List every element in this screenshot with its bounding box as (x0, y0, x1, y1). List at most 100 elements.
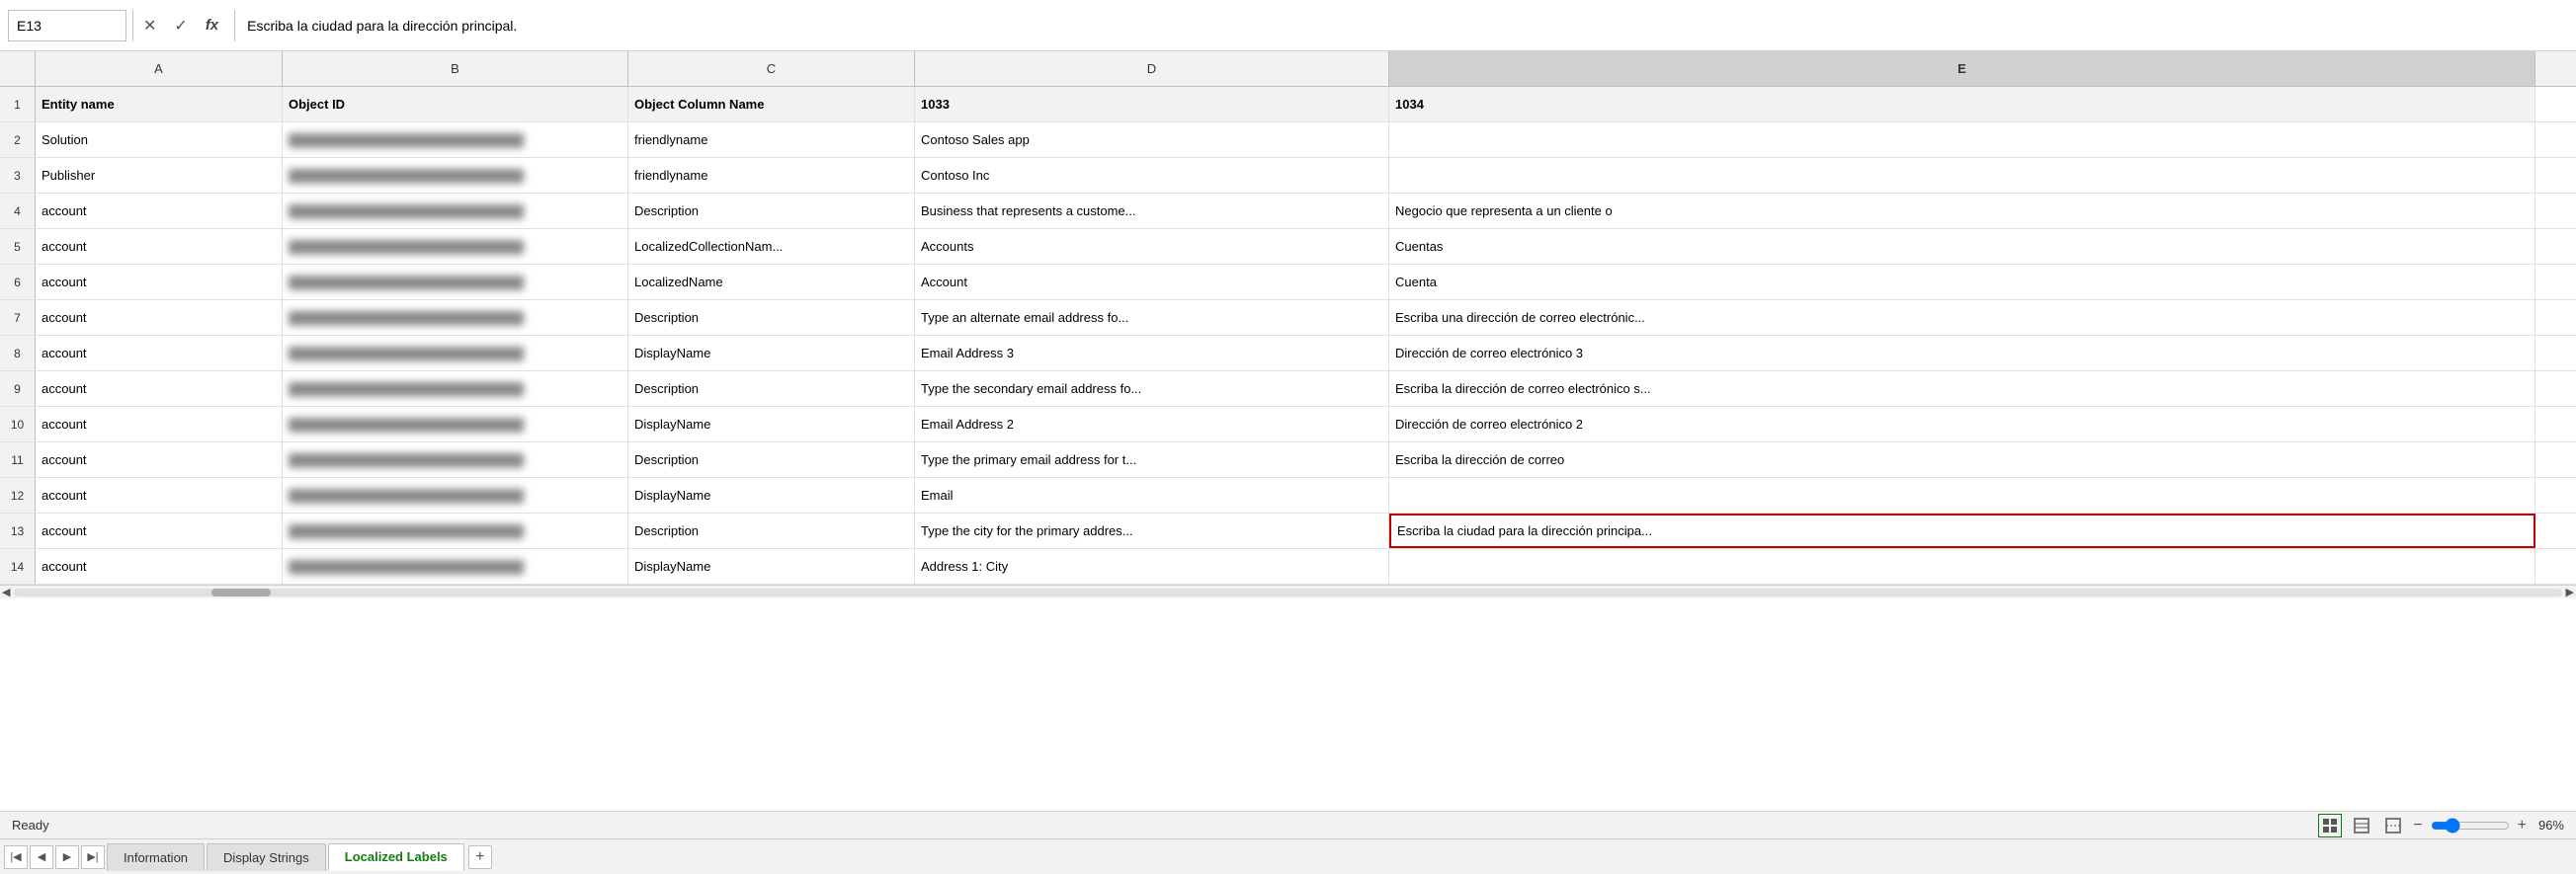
cell-a9[interactable]: account (36, 371, 283, 406)
cell-c11[interactable]: Description (628, 442, 915, 477)
cell-d8[interactable]: Email Address 3 (915, 336, 1389, 370)
tab-nav-next[interactable]: ▶ (55, 845, 79, 869)
cell-d9[interactable]: Type the secondary email address fo... (915, 371, 1389, 406)
cell-a12[interactable]: account (36, 478, 283, 513)
cell-e5[interactable]: Cuentas (1389, 229, 2535, 264)
cell-b1[interactable]: Object ID (283, 87, 628, 121)
cell-c6[interactable]: LocalizedName (628, 265, 915, 299)
cell-c1[interactable]: Object Column Name (628, 87, 915, 121)
col-header-d[interactable]: D (915, 51, 1389, 86)
cell-c4[interactable]: Description (628, 194, 915, 228)
page-break-button[interactable] (2381, 814, 2405, 837)
cell-d10[interactable]: Email Address 2 (915, 407, 1389, 441)
cell-a14[interactable]: account (36, 549, 283, 584)
cell-a7[interactable]: account (36, 300, 283, 335)
cell-e13[interactable]: Escriba la ciudad para la dirección prin… (1389, 514, 2535, 548)
cell-b12[interactable]: ████████████████████████████ (283, 478, 628, 513)
cell-c2[interactable]: friendlyname (628, 122, 915, 157)
horizontal-scrollbar[interactable]: ◀ ▶ (0, 585, 2576, 598)
cell-a6[interactable]: account (36, 265, 283, 299)
tab-nav-prev[interactable]: ◀ (30, 845, 53, 869)
cell-a3[interactable]: Publisher (36, 158, 283, 193)
cell-d3[interactable]: Contoso Inc (915, 158, 1389, 193)
cell-a11[interactable]: account (36, 442, 283, 477)
cell-b5[interactable]: ████████████████████████████ (283, 229, 628, 264)
cell-c5[interactable]: LocalizedCollectionNam... (628, 229, 915, 264)
cell-b8[interactable]: ████████████████████████████ (283, 336, 628, 370)
cell-b6[interactable]: ████████████████████████████ (283, 265, 628, 299)
formula-input[interactable] (241, 10, 2568, 41)
insert-function-icon[interactable]: fx (202, 15, 222, 36)
cell-e7[interactable]: Escriba una dirección de correo electrón… (1389, 300, 2535, 335)
normal-view-button[interactable] (2318, 814, 2342, 837)
tab-nav-first[interactable]: |◀ (4, 845, 28, 869)
table-row: 8 account ████████████████████████████ D… (0, 336, 2576, 371)
cell-d14[interactable]: Address 1: City (915, 549, 1389, 584)
cell-c12[interactable]: DisplayName (628, 478, 915, 513)
cell-d5[interactable]: Accounts (915, 229, 1389, 264)
cell-b10[interactable]: ████████████████████████████ (283, 407, 628, 441)
cell-e6[interactable]: Cuenta (1389, 265, 2535, 299)
cell-c10[interactable]: DisplayName (628, 407, 915, 441)
tab-nav-last[interactable]: ▶| (81, 845, 105, 869)
cell-a1[interactable]: Entity name (36, 87, 283, 121)
cell-c13[interactable]: Description (628, 514, 915, 548)
cell-e9[interactable]: Escriba la dirección de correo electróni… (1389, 371, 2535, 406)
cell-a2[interactable]: Solution (36, 122, 283, 157)
cell-e2[interactable] (1389, 122, 2535, 157)
cell-c8[interactable]: DisplayName (628, 336, 915, 370)
cell-c7[interactable]: Description (628, 300, 915, 335)
cell-c14[interactable]: DisplayName (628, 549, 915, 584)
page-layout-button[interactable] (2350, 814, 2373, 837)
col-header-b[interactable]: B (283, 51, 628, 86)
cell-d6[interactable]: Account (915, 265, 1389, 299)
tab-information[interactable]: Information (107, 843, 205, 871)
cell-c9[interactable]: Description (628, 371, 915, 406)
cell-b4[interactable]: ████████████████████████████ (283, 194, 628, 228)
cell-b2[interactable]: ████████████████████████████ (283, 122, 628, 157)
cell-d12[interactable]: Email (915, 478, 1389, 513)
cell-reference-box[interactable]: E13 (8, 10, 126, 41)
cell-a13[interactable]: account (36, 514, 283, 548)
tab-display-strings[interactable]: Display Strings (207, 843, 326, 871)
cell-d11[interactable]: Type the primary email address for t... (915, 442, 1389, 477)
cell-b13[interactable]: ████████████████████████████ (283, 514, 628, 548)
cell-d1[interactable]: 1033 (915, 87, 1389, 121)
tab-localized-labels[interactable]: Localized Labels (328, 843, 464, 871)
zoom-decrease-icon[interactable]: − (2413, 817, 2422, 834)
cell-d7[interactable]: Type an alternate email address fo... (915, 300, 1389, 335)
cell-e14[interactable] (1389, 549, 2535, 584)
cell-b14[interactable]: ████████████████████████████ (283, 549, 628, 584)
cell-a5[interactable]: account (36, 229, 283, 264)
scroll-thumb[interactable] (211, 589, 271, 596)
scroll-left-icon[interactable]: ◀ (2, 586, 10, 598)
cell-e1[interactable]: 1034 (1389, 87, 2535, 121)
zoom-increase-icon[interactable]: + (2518, 817, 2527, 834)
col-header-c[interactable]: C (628, 51, 915, 86)
cell-e3[interactable] (1389, 158, 2535, 193)
cell-a8[interactable]: account (36, 336, 283, 370)
cell-e4[interactable]: Negocio que representa a un cliente o (1389, 194, 2535, 228)
cell-b7[interactable]: ████████████████████████████ (283, 300, 628, 335)
cell-e12[interactable] (1389, 478, 2535, 513)
cell-a4[interactable]: account (36, 194, 283, 228)
zoom-slider[interactable] (2431, 818, 2510, 834)
confirm-formula-icon[interactable]: ✓ (170, 14, 191, 38)
cell-b9[interactable]: ████████████████████████████ (283, 371, 628, 406)
cell-b11[interactable]: ████████████████████████████ (283, 442, 628, 477)
col-header-a[interactable]: A (36, 51, 283, 86)
cell-e8[interactable]: Dirección de correo electrónico 3 (1389, 336, 2535, 370)
col-header-e[interactable]: E (1389, 51, 2535, 86)
table-row: 9 account ████████████████████████████ D… (0, 371, 2576, 407)
cancel-formula-icon[interactable]: ✕ (139, 14, 160, 38)
add-sheet-button[interactable]: + (468, 845, 492, 869)
cell-d2[interactable]: Contoso Sales app (915, 122, 1389, 157)
cell-d4[interactable]: Business that represents a custome... (915, 194, 1389, 228)
cell-e10[interactable]: Dirección de correo electrónico 2 (1389, 407, 2535, 441)
cell-a10[interactable]: account (36, 407, 283, 441)
scroll-right-icon[interactable]: ▶ (2566, 586, 2574, 598)
cell-b3[interactable]: ████████████████████████████ (283, 158, 628, 193)
cell-c3[interactable]: friendlyname (628, 158, 915, 193)
cell-d13[interactable]: Type the city for the primary addres... (915, 514, 1389, 548)
cell-e11[interactable]: Escriba la dirección de correo (1389, 442, 2535, 477)
